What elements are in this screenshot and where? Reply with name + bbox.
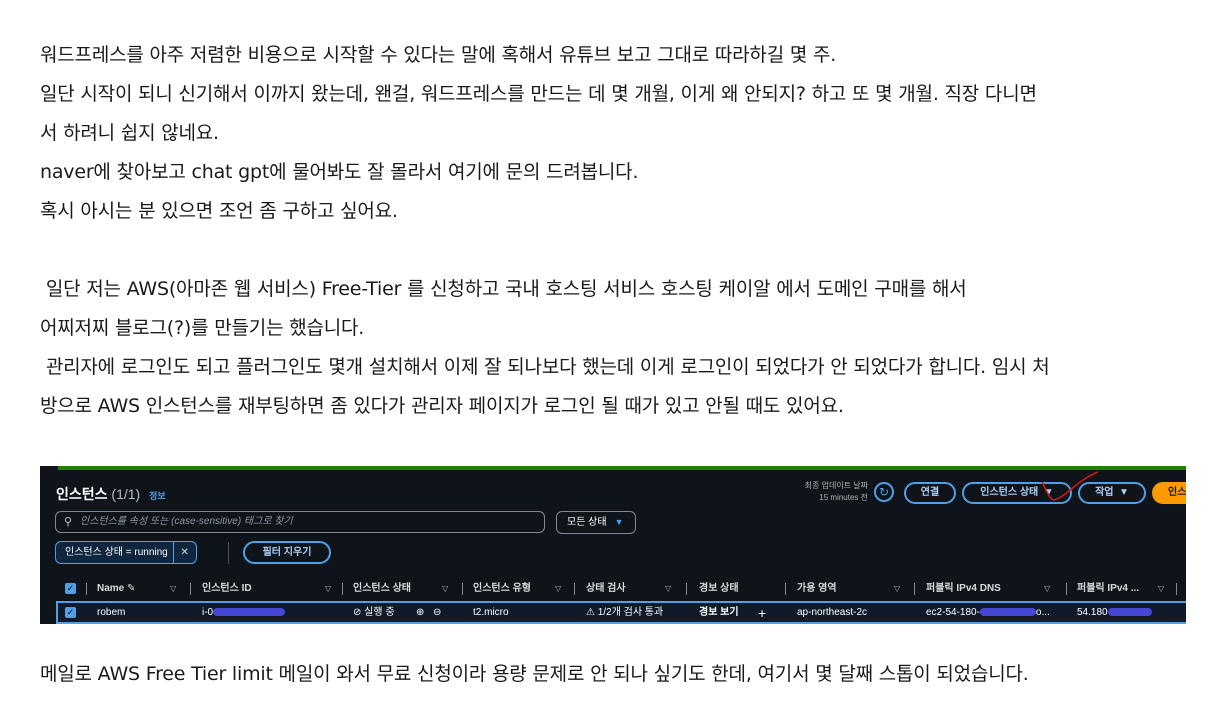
info-link[interactable]: 정보 bbox=[149, 491, 166, 501]
availability-zone: ap-northeast-2c bbox=[797, 607, 868, 618]
divider bbox=[228, 542, 229, 564]
divider bbox=[785, 583, 786, 595]
filter-token[interactable]: 인스턴스 상태 = running ✕ bbox=[55, 541, 197, 564]
text-line: 혹시 아시는 분 있으면 조언 좀 구하고 싶어요. bbox=[40, 200, 398, 222]
column-header-name[interactable]: Name ✎ bbox=[97, 578, 135, 600]
divider bbox=[190, 583, 191, 595]
paragraph-situation: 일단 저는 AWS(아마존 웹 서비스) Free-Tier 를 신청하고 국내… bbox=[40, 270, 1050, 426]
instances-title: 인스턴스 (1/1) 정보 bbox=[56, 486, 166, 502]
sort-icon[interactable]: ▽ bbox=[442, 578, 448, 600]
caret-down-icon: ▼ bbox=[614, 517, 624, 527]
text-line: 일단 저는 AWS(아마존 웹 서비스) Free-Tier 를 신청하고 국내… bbox=[40, 278, 967, 300]
search-input[interactable]: ⚲ 인스턴스를 속성 또는 (case-sensitive) 태그로 찾기 bbox=[55, 511, 545, 533]
text-line: 어찌저찌 블로그(?)를 만들기는 했습니다. bbox=[40, 317, 365, 339]
view-alarms-link[interactable]: 경보 보기 bbox=[699, 602, 739, 624]
public-dns: ec2-54-180- o... bbox=[926, 607, 1050, 618]
instance-type: t2.micro bbox=[473, 607, 509, 618]
connect-button[interactable]: 연결 bbox=[904, 482, 956, 504]
instance-count: (1/1) bbox=[111, 486, 141, 502]
divider bbox=[686, 583, 687, 595]
divider bbox=[1176, 583, 1177, 595]
sort-icon[interactable]: ▽ bbox=[325, 578, 331, 600]
paragraph-conclusion: 메일로 AWS Free Tier limit 메일이 와서 무료 신청이라 용… bbox=[40, 663, 1029, 685]
sort-icon[interactable]: ▽ bbox=[1158, 578, 1164, 600]
close-icon[interactable]: ✕ bbox=[172, 542, 196, 563]
status-check-value: ⚠ 1/2개 검사 통과 bbox=[586, 607, 664, 618]
divider bbox=[86, 583, 87, 595]
state-select[interactable]: 모든 상태 ▼ bbox=[556, 511, 636, 534]
text-line: naver에 찾아보고 chat gpt에 물어봐도 잘 몰라서 여기에 문의 … bbox=[40, 161, 639, 183]
zoom-out-icon[interactable]: ⊖ bbox=[433, 602, 441, 624]
text-line: 관리자에 로그인도 되고 플러그인도 몇개 설치해서 이제 잘 되나보다 했는데… bbox=[40, 356, 1050, 378]
warning-icon: ⚠ bbox=[586, 607, 595, 618]
instance-name: robem bbox=[97, 607, 126, 618]
sort-icon[interactable]: ▽ bbox=[555, 578, 561, 600]
divider bbox=[462, 583, 463, 595]
caret-down-icon: ▼ bbox=[1116, 487, 1129, 498]
column-header-type[interactable]: 인스턴스 유형 bbox=[473, 578, 531, 600]
column-header-az[interactable]: 가용 영역 bbox=[797, 578, 837, 600]
sort-icon[interactable]: ▽ bbox=[1044, 578, 1050, 600]
column-header-ipv4[interactable]: 퍼블릭 IPv4 ... bbox=[1077, 578, 1139, 600]
divider bbox=[342, 583, 343, 595]
red-annotation-mark bbox=[1041, 471, 1099, 501]
select-all-checkbox[interactable]: ✓ bbox=[65, 583, 76, 594]
text-line: 일단 시작이 되니 신기해서 이까지 왔는데, 왠걸, 워드프레스를 만드는 데… bbox=[40, 83, 1037, 105]
search-icon: ⚲ bbox=[64, 516, 73, 528]
add-alarm-icon[interactable]: + bbox=[758, 602, 766, 624]
column-header-state[interactable]: 인스턴스 상태 bbox=[353, 578, 411, 600]
divider bbox=[1066, 583, 1067, 595]
last-updated: 최종 업데이트 날짜 15 minutes 전 bbox=[804, 481, 868, 502]
paragraph-intro: 워드프레스를 아주 저렴한 비용으로 시작할 수 있다는 말에 혹해서 유튜브 … bbox=[40, 36, 1037, 231]
instance-state-value: ⊘ 실행 중 bbox=[353, 607, 395, 618]
text-line: 서 하려니 쉽지 않네요. bbox=[40, 122, 219, 144]
zoom-in-icon[interactable]: ⊕ bbox=[416, 602, 424, 624]
divider bbox=[914, 583, 915, 595]
redaction-scribble bbox=[979, 608, 1036, 617]
divider bbox=[574, 583, 575, 595]
public-ipv4: 54.180 bbox=[1077, 602, 1152, 624]
sort-icon[interactable]: ▽ bbox=[170, 578, 176, 600]
redaction-scribble bbox=[1107, 608, 1152, 617]
redaction-scribble bbox=[213, 608, 286, 617]
sort-icon[interactable]: ▽ bbox=[894, 578, 900, 600]
launch-instance-button[interactable]: 인스 bbox=[1152, 482, 1186, 504]
success-banner-strip bbox=[58, 466, 1186, 470]
row-checkbox[interactable]: ✓ bbox=[65, 607, 76, 618]
column-header-alarm[interactable]: 경보 상태 bbox=[699, 578, 739, 600]
column-header-id[interactable]: 인스턴스 ID bbox=[202, 578, 252, 600]
column-header-status-check[interactable]: 상태 검사 bbox=[586, 578, 626, 600]
column-header-dns[interactable]: 퍼블릭 IPv4 DNS bbox=[926, 578, 1001, 600]
aws-console-screenshot: 인스턴스 (1/1) 정보 최종 업데이트 날짜 15 minutes 전 ↻ … bbox=[40, 466, 1186, 624]
refresh-icon[interactable]: ↻ bbox=[874, 482, 894, 502]
text-line: 방으로 AWS 인스턴스를 재부팅하면 좀 있다가 관리자 페이지가 로그인 될… bbox=[40, 395, 844, 417]
sort-icon[interactable]: ▽ bbox=[665, 578, 671, 600]
edit-pencil-icon: ✎ bbox=[127, 583, 136, 594]
text-line: 워드프레스를 아주 저렴한 비용으로 시작할 수 있다는 말에 혹해서 유튜브 … bbox=[40, 44, 837, 66]
check-circle-icon: ⊘ bbox=[353, 607, 362, 618]
instance-id-link[interactable]: i-0 bbox=[202, 602, 286, 624]
table-header: ✓ Name ✎ ▽ 인스턴스 ID ▽ 인스턴스 상태 ▽ 인스턴스 유형 ▽… bbox=[40, 578, 1186, 600]
clear-filters-button[interactable]: 필터 지우기 bbox=[243, 541, 331, 564]
